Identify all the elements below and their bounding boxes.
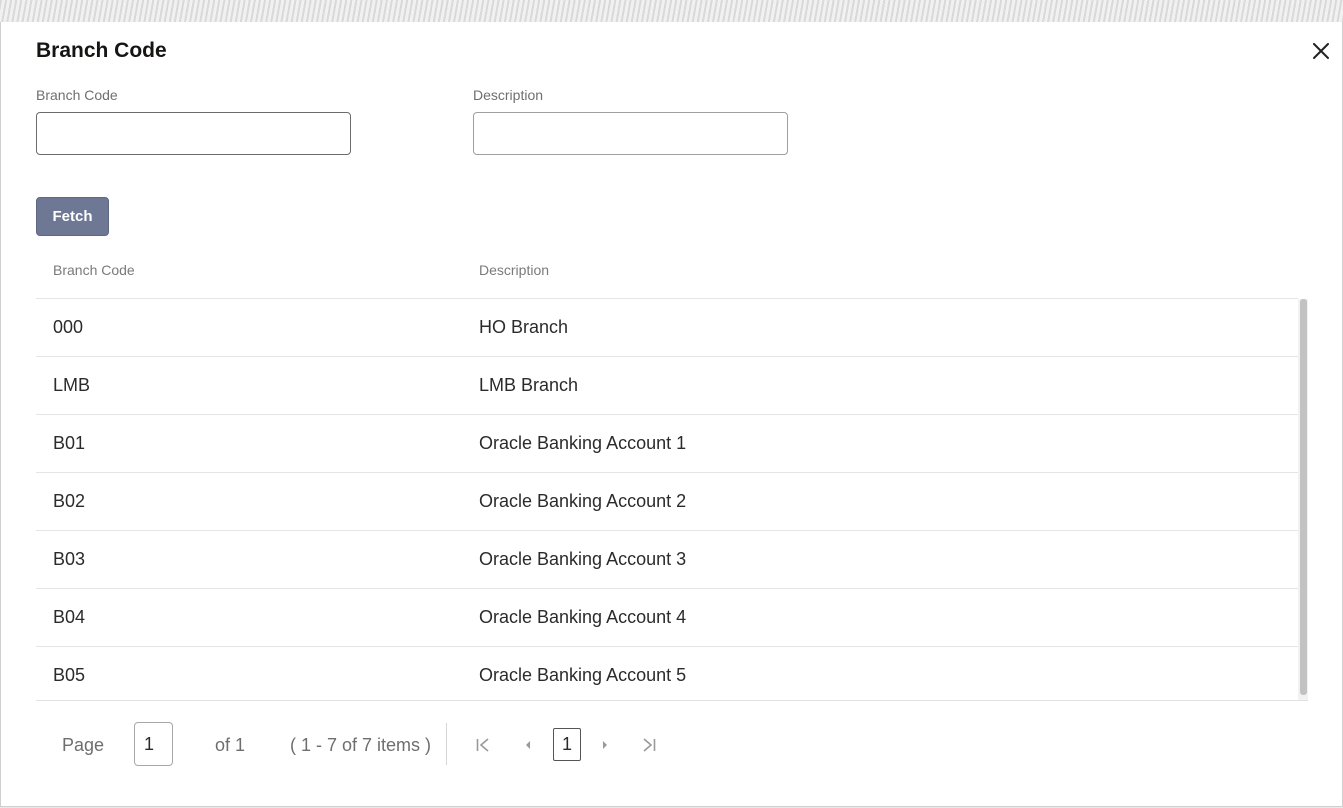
dialog-title: Branch Code xyxy=(36,39,167,62)
cell-branch-code: 000 xyxy=(53,317,84,337)
description-input[interactable] xyxy=(473,112,788,155)
prev-page-icon xyxy=(526,741,530,749)
pagination-separator xyxy=(446,723,447,765)
column-header-branch-code[interactable]: Branch Code xyxy=(53,262,135,278)
cell-branch-code: B05 xyxy=(53,665,86,685)
current-page-button[interactable]: 1 xyxy=(553,728,581,761)
cell-description: LMB Branch xyxy=(479,375,579,395)
cell-branch-code: B02 xyxy=(53,491,86,511)
table-row[interactable]: 000 HO Branch xyxy=(36,299,1298,357)
branch-code-input[interactable] xyxy=(36,112,351,155)
cell-branch-code: B04 xyxy=(53,607,86,627)
pagination-divider xyxy=(36,700,1308,701)
items-summary: ( 1 - 7 of 7 items ) xyxy=(290,735,432,755)
cell-description: Oracle Banking Account 5 xyxy=(479,665,687,685)
next-page-icon xyxy=(603,741,607,749)
table-row[interactable]: B04 Oracle Banking Account 4 xyxy=(36,589,1298,647)
last-page-icon xyxy=(643,738,656,752)
cell-branch-code: B01 xyxy=(53,433,86,453)
first-page-button[interactable] xyxy=(472,733,494,757)
last-page-button[interactable] xyxy=(638,733,660,757)
cell-description: Oracle Banking Account 1 xyxy=(479,433,687,453)
cell-description: HO Branch xyxy=(479,317,569,337)
cell-description: Oracle Banking Account 4 xyxy=(479,607,687,627)
fetch-button[interactable]: Fetch xyxy=(36,197,109,236)
page-label: Page xyxy=(62,735,105,755)
table-body: 000 HO Branch LMB LMB Branch B01 Oracle … xyxy=(36,299,1298,700)
table-scrollbar-thumb[interactable] xyxy=(1300,299,1307,695)
cell-branch-code: B03 xyxy=(53,549,86,569)
branch-code-dialog: Branch Code Branch Code Description Fetc… xyxy=(0,22,1343,807)
column-header-description[interactable]: Description xyxy=(479,262,549,278)
cell-branch-code: LMB xyxy=(53,375,91,395)
page-number-input[interactable] xyxy=(134,722,173,766)
close-icon xyxy=(1313,43,1329,59)
table-row[interactable]: B02 Oracle Banking Account 2 xyxy=(36,473,1298,531)
description-label: Description xyxy=(473,87,544,103)
close-button[interactable] xyxy=(1310,40,1332,62)
page-backdrop xyxy=(0,0,1343,22)
cell-description: Oracle Banking Account 2 xyxy=(479,491,687,511)
first-page-icon xyxy=(476,738,489,752)
table-row[interactable]: LMB LMB Branch xyxy=(36,357,1298,415)
page-count: of 1 xyxy=(215,735,246,755)
table-row[interactable]: B01 Oracle Banking Account 1 xyxy=(36,415,1298,473)
cell-description: Oracle Banking Account 3 xyxy=(479,549,687,569)
branch-code-label: Branch Code xyxy=(36,87,118,103)
table-row[interactable]: B05 Oracle Banking Account 5 xyxy=(36,647,1298,700)
prev-page-button[interactable] xyxy=(517,733,539,757)
table-row[interactable]: B03 Oracle Banking Account 3 xyxy=(36,531,1298,589)
next-page-button[interactable] xyxy=(594,733,616,757)
